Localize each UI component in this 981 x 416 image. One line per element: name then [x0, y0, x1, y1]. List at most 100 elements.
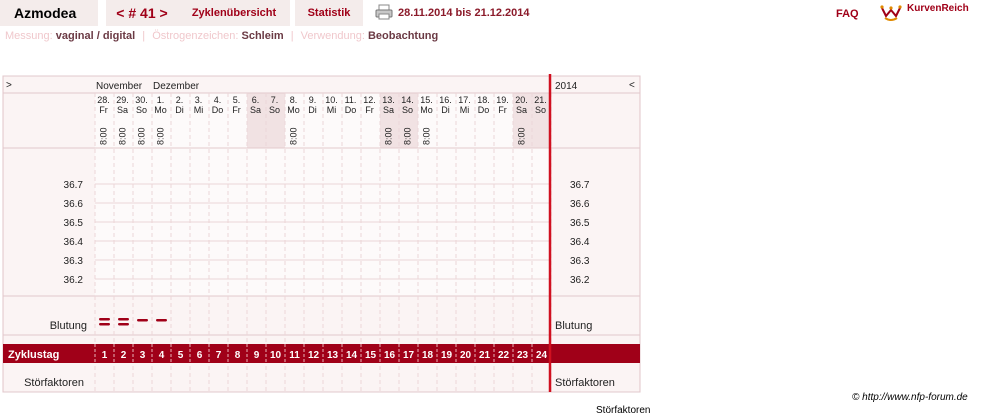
temp-label-left: 36.2 — [64, 275, 84, 286]
day-date: 7. — [271, 95, 279, 105]
temp-label-left: 36.6 — [64, 199, 84, 210]
logo-text: KurvenReich — [907, 3, 969, 14]
day-weekday: Sa — [117, 105, 128, 115]
measurement-label: Messung: — [5, 30, 53, 42]
day-date: 19. — [496, 95, 509, 105]
cycle-day-number: 10 — [270, 350, 282, 361]
cycle-day-number: 22 — [498, 350, 510, 361]
cycle-day-number: 19 — [441, 350, 453, 361]
day-date: 1. — [157, 95, 165, 105]
usage-label: Verwendung: — [300, 30, 365, 42]
day-weekday: Mo — [287, 105, 300, 115]
day-weekday: Fr — [498, 105, 507, 115]
cycle-day-number: 3 — [140, 350, 146, 361]
cycle-day-number: 24 — [536, 350, 548, 361]
day-weekday: Sa — [516, 105, 527, 115]
faq-link[interactable]: FAQ — [836, 3, 859, 25]
cycle-day-number: 23 — [517, 350, 529, 361]
month-label: Dezember — [153, 81, 200, 92]
bleeding-mark-heavy — [99, 323, 110, 326]
day-date: 28. — [97, 95, 110, 105]
cycle-day-number: 6 — [197, 350, 203, 361]
bleeding-label-left: Blutung — [50, 320, 87, 332]
tab-cycle-overview[interactable]: Zyklenübersicht — [178, 0, 290, 26]
temp-label-right: 36.2 — [570, 275, 590, 286]
chart-scroll-left-button[interactable]: > — [6, 80, 12, 91]
day-weekday: Di — [308, 105, 317, 115]
day-weekday: Mo — [420, 105, 433, 115]
day-date: 14. — [401, 95, 414, 105]
bleeding-label-right: Blutung — [555, 320, 592, 332]
measurement-time: 8:00 — [422, 127, 432, 145]
bleeding-mark-heavy — [118, 318, 129, 321]
day-date: 21. — [534, 95, 547, 105]
cycle-chart: 36.7 36.736.6 36.636.5 36.536.4 36.436.3 36.3… — [2, 74, 641, 393]
day-weekday: Do — [212, 105, 224, 115]
estrogen-label: Östrogenzeichen: — [152, 30, 239, 42]
day-date: 11. — [345, 95, 357, 105]
temp-label-right: 36.5 — [570, 218, 590, 229]
day-date: 4. — [214, 95, 222, 105]
cycle-day-number: 18 — [422, 350, 434, 361]
measurement-value: vaginal / digital — [55, 30, 136, 42]
day-date: 30. — [135, 95, 148, 105]
day-date: 13. — [382, 95, 395, 105]
cycle-day-number: 21 — [479, 350, 491, 361]
estrogen-value: Schleim — [241, 30, 284, 42]
day-date: 18. — [477, 95, 490, 105]
measurement-time: 8:00 — [137, 127, 147, 145]
day-weekday: Do — [478, 105, 490, 115]
cycle-selector: < # 41 > — [106, 0, 178, 26]
cycle-day-label: Zyklustag — [8, 349, 59, 361]
disturbance-label-right: Störfaktoren — [555, 377, 615, 389]
cycle-day-number: 11 — [289, 350, 300, 361]
crown-logo-icon — [880, 5, 902, 21]
measurement-time: 8:00 — [118, 127, 128, 145]
measurement-time: 8:00 — [517, 127, 527, 145]
measurement-time: 8:00 — [289, 127, 299, 145]
prev-cycle-button[interactable]: < — [116, 5, 124, 21]
cycle-day-number: 15 — [365, 350, 377, 361]
cycle-day-number: 14 — [346, 350, 358, 361]
usage-value: Beobachtung — [367, 30, 439, 42]
measurement-time: 8:00 — [403, 127, 413, 145]
day-weekday: Mi — [460, 105, 470, 115]
cycle-number: # 41 — [128, 5, 156, 21]
year-label: 2014 — [555, 81, 578, 92]
day-weekday: Di — [175, 105, 184, 115]
day-weekday: Do — [345, 105, 357, 115]
day-weekday: Fr — [365, 105, 374, 115]
cycle-day-number: 13 — [327, 350, 339, 361]
cycle-day-number: 16 — [384, 350, 396, 361]
day-date: 3. — [195, 95, 203, 105]
copyright-credit: © http://www.nfp-forum.de — [852, 392, 968, 403]
day-date: 15. — [420, 95, 433, 105]
day-weekday: So — [402, 105, 413, 115]
day-date: 17. — [458, 95, 471, 105]
day-date: 16. — [439, 95, 452, 105]
tab-statistics[interactable]: Statistik — [295, 0, 363, 26]
cycle-day-number: 20 — [460, 350, 472, 361]
bleeding-mark-light — [137, 319, 148, 322]
temp-label-left: 36.4 — [64, 237, 84, 248]
measurement-time: 8:00 — [156, 127, 166, 145]
cycle-day-number: 12 — [308, 350, 320, 361]
day-date: 12. — [363, 95, 376, 105]
day-weekday: So — [535, 105, 546, 115]
cycle-day-number: 9 — [254, 350, 260, 361]
chart-scroll-right-button[interactable]: < — [629, 80, 635, 91]
cycle-day-number: 5 — [178, 350, 184, 361]
temp-label-left: 36.5 — [64, 218, 84, 229]
date-range: 28.11.2014 bis 21.12.2014 — [398, 7, 530, 19]
day-weekday: Mo — [154, 105, 167, 115]
day-weekday: Fr — [99, 105, 108, 115]
cycle-day-number: 7 — [216, 350, 222, 361]
next-cycle-button[interactable]: > — [160, 5, 168, 21]
printer-icon[interactable] — [375, 4, 393, 20]
day-date: 10. — [325, 95, 338, 105]
temp-label-right: 36.6 — [570, 199, 590, 210]
bleeding-mark-heavy — [118, 323, 129, 326]
day-date: 9. — [309, 95, 317, 105]
month-label: November — [96, 81, 143, 92]
day-date: 2. — [176, 95, 184, 105]
